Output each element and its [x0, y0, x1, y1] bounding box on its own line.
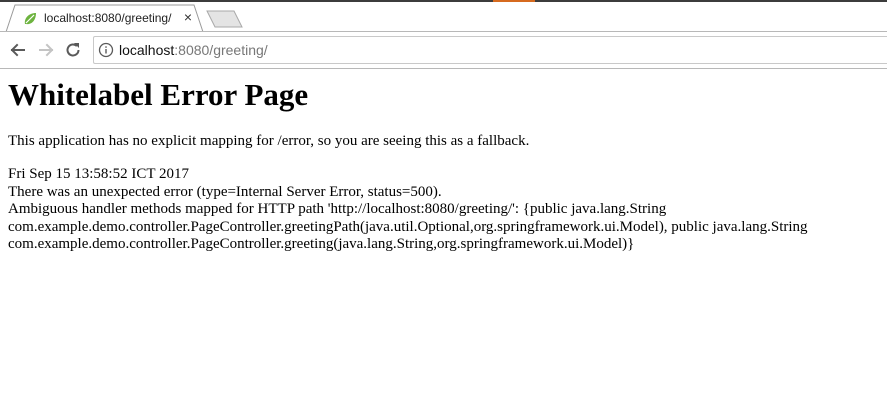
close-tab-icon[interactable]: ×	[181, 10, 195, 24]
back-arrow-icon	[10, 43, 25, 57]
error-message-line: com.example.demo.controller.PageControll…	[8, 236, 635, 252]
new-tab-button[interactable]	[206, 10, 244, 28]
page-content: Whitelabel Error Page This application h…	[8, 77, 878, 254]
back-button[interactable]	[8, 40, 28, 60]
error-message-line: com.example.demo.controller.PageControll…	[8, 218, 808, 235]
tab-strip: localhost:8080/greeting/ ×	[0, 2, 887, 32]
error-timestamp: Fri Sep 15 13:58:52 ICT 2017	[8, 166, 189, 182]
forward-arrow-icon	[39, 43, 54, 57]
reload-button[interactable]	[63, 40, 83, 60]
error-type-line: There was an unexpected error (type=Inte…	[8, 183, 442, 200]
spring-leaf-icon	[22, 11, 38, 27]
browser-toolbar: localhost:8080/greeting/	[0, 31, 887, 69]
tab-title: localhost:8080/greeting/	[44, 11, 172, 25]
page-title: Whitelabel Error Page	[8, 77, 309, 112]
active-tab[interactable]: localhost:8080/greeting/ ×	[0, 4, 207, 32]
error-details: Fri Sep 15 13:58:52 ICT 2017 There was a…	[8, 166, 878, 254]
url-path: :8080/greeting/	[174, 42, 268, 58]
fallback-description: This application has no explicit mapping…	[8, 133, 530, 149]
url-text[interactable]: localhost:8080/greeting/	[119, 42, 268, 58]
forward-button[interactable]	[36, 40, 56, 60]
url-host: localhost	[119, 42, 175, 58]
error-message-line: Ambiguous handler methods mapped for HTT…	[8, 201, 667, 217]
new-tab-icon	[206, 10, 243, 28]
address-bar[interactable]: localhost:8080/greeting/	[93, 36, 887, 64]
reload-icon	[66, 43, 80, 57]
info-icon[interactable]	[98, 42, 114, 58]
